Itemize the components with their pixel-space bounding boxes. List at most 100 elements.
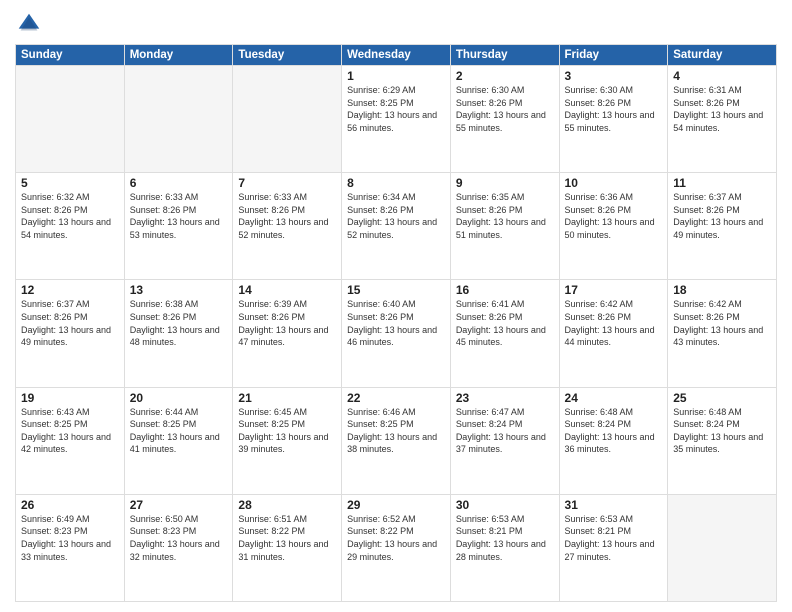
day-info-25: Sunrise: 6:48 AM Sunset: 8:24 PM Dayligh… — [673, 406, 771, 456]
day-number-4: 4 — [673, 69, 771, 83]
day-number-8: 8 — [347, 176, 445, 190]
header — [15, 10, 777, 38]
day-info-30: Sunrise: 6:53 AM Sunset: 8:21 PM Dayligh… — [456, 513, 554, 563]
week-row-0: 1Sunrise: 6:29 AM Sunset: 8:25 PM Daylig… — [16, 66, 777, 173]
day-info-24: Sunrise: 6:48 AM Sunset: 8:24 PM Dayligh… — [565, 406, 663, 456]
day-cell-25: 25Sunrise: 6:48 AM Sunset: 8:24 PM Dayli… — [668, 387, 777, 494]
day-info-5: Sunrise: 6:32 AM Sunset: 8:26 PM Dayligh… — [21, 191, 119, 241]
day-info-17: Sunrise: 6:42 AM Sunset: 8:26 PM Dayligh… — [565, 298, 663, 348]
day-cell-1: 1Sunrise: 6:29 AM Sunset: 8:25 PM Daylig… — [342, 66, 451, 173]
day-number-31: 31 — [565, 498, 663, 512]
day-number-2: 2 — [456, 69, 554, 83]
day-cell-21: 21Sunrise: 6:45 AM Sunset: 8:25 PM Dayli… — [233, 387, 342, 494]
day-info-8: Sunrise: 6:34 AM Sunset: 8:26 PM Dayligh… — [347, 191, 445, 241]
day-cell-15: 15Sunrise: 6:40 AM Sunset: 8:26 PM Dayli… — [342, 280, 451, 387]
day-number-23: 23 — [456, 391, 554, 405]
day-info-4: Sunrise: 6:31 AM Sunset: 8:26 PM Dayligh… — [673, 84, 771, 134]
day-cell-16: 16Sunrise: 6:41 AM Sunset: 8:26 PM Dayli… — [450, 280, 559, 387]
week-row-3: 19Sunrise: 6:43 AM Sunset: 8:25 PM Dayli… — [16, 387, 777, 494]
day-number-6: 6 — [130, 176, 228, 190]
day-cell-5: 5Sunrise: 6:32 AM Sunset: 8:26 PM Daylig… — [16, 173, 125, 280]
day-header-thursday: Thursday — [450, 45, 559, 66]
day-number-10: 10 — [565, 176, 663, 190]
day-cell-10: 10Sunrise: 6:36 AM Sunset: 8:26 PM Dayli… — [559, 173, 668, 280]
day-header-friday: Friday — [559, 45, 668, 66]
day-cell-12: 12Sunrise: 6:37 AM Sunset: 8:26 PM Dayli… — [16, 280, 125, 387]
day-cell-29: 29Sunrise: 6:52 AM Sunset: 8:22 PM Dayli… — [342, 494, 451, 601]
day-cell-22: 22Sunrise: 6:46 AM Sunset: 8:25 PM Dayli… — [342, 387, 451, 494]
day-info-20: Sunrise: 6:44 AM Sunset: 8:25 PM Dayligh… — [130, 406, 228, 456]
day-info-1: Sunrise: 6:29 AM Sunset: 8:25 PM Dayligh… — [347, 84, 445, 134]
week-row-4: 26Sunrise: 6:49 AM Sunset: 8:23 PM Dayli… — [16, 494, 777, 601]
day-info-18: Sunrise: 6:42 AM Sunset: 8:26 PM Dayligh… — [673, 298, 771, 348]
day-cell-31: 31Sunrise: 6:53 AM Sunset: 8:21 PM Dayli… — [559, 494, 668, 601]
day-cell-19: 19Sunrise: 6:43 AM Sunset: 8:25 PM Dayli… — [16, 387, 125, 494]
day-cell-26: 26Sunrise: 6:49 AM Sunset: 8:23 PM Dayli… — [16, 494, 125, 601]
day-cell-3: 3Sunrise: 6:30 AM Sunset: 8:26 PM Daylig… — [559, 66, 668, 173]
day-number-28: 28 — [238, 498, 336, 512]
day-cell-2: 2Sunrise: 6:30 AM Sunset: 8:26 PM Daylig… — [450, 66, 559, 173]
day-number-19: 19 — [21, 391, 119, 405]
day-cell-14: 14Sunrise: 6:39 AM Sunset: 8:26 PM Dayli… — [233, 280, 342, 387]
day-cell-11: 11Sunrise: 6:37 AM Sunset: 8:26 PM Dayli… — [668, 173, 777, 280]
day-cell-8: 8Sunrise: 6:34 AM Sunset: 8:26 PM Daylig… — [342, 173, 451, 280]
day-number-17: 17 — [565, 283, 663, 297]
day-number-18: 18 — [673, 283, 771, 297]
day-info-26: Sunrise: 6:49 AM Sunset: 8:23 PM Dayligh… — [21, 513, 119, 563]
day-number-1: 1 — [347, 69, 445, 83]
empty-cell — [16, 66, 125, 173]
day-number-9: 9 — [456, 176, 554, 190]
empty-cell — [124, 66, 233, 173]
empty-cell — [233, 66, 342, 173]
day-info-29: Sunrise: 6:52 AM Sunset: 8:22 PM Dayligh… — [347, 513, 445, 563]
day-info-10: Sunrise: 6:36 AM Sunset: 8:26 PM Dayligh… — [565, 191, 663, 241]
day-number-30: 30 — [456, 498, 554, 512]
day-cell-24: 24Sunrise: 6:48 AM Sunset: 8:24 PM Dayli… — [559, 387, 668, 494]
day-number-24: 24 — [565, 391, 663, 405]
day-header-wednesday: Wednesday — [342, 45, 451, 66]
day-header-monday: Monday — [124, 45, 233, 66]
day-info-31: Sunrise: 6:53 AM Sunset: 8:21 PM Dayligh… — [565, 513, 663, 563]
day-info-11: Sunrise: 6:37 AM Sunset: 8:26 PM Dayligh… — [673, 191, 771, 241]
day-cell-17: 17Sunrise: 6:42 AM Sunset: 8:26 PM Dayli… — [559, 280, 668, 387]
day-number-3: 3 — [565, 69, 663, 83]
day-cell-20: 20Sunrise: 6:44 AM Sunset: 8:25 PM Dayli… — [124, 387, 233, 494]
day-cell-7: 7Sunrise: 6:33 AM Sunset: 8:26 PM Daylig… — [233, 173, 342, 280]
day-info-16: Sunrise: 6:41 AM Sunset: 8:26 PM Dayligh… — [456, 298, 554, 348]
day-info-12: Sunrise: 6:37 AM Sunset: 8:26 PM Dayligh… — [21, 298, 119, 348]
day-info-23: Sunrise: 6:47 AM Sunset: 8:24 PM Dayligh… — [456, 406, 554, 456]
day-info-2: Sunrise: 6:30 AM Sunset: 8:26 PM Dayligh… — [456, 84, 554, 134]
day-cell-6: 6Sunrise: 6:33 AM Sunset: 8:26 PM Daylig… — [124, 173, 233, 280]
logo — [15, 10, 47, 38]
day-number-15: 15 — [347, 283, 445, 297]
calendar-header-row: SundayMondayTuesdayWednesdayThursdayFrid… — [16, 45, 777, 66]
day-cell-28: 28Sunrise: 6:51 AM Sunset: 8:22 PM Dayli… — [233, 494, 342, 601]
day-info-19: Sunrise: 6:43 AM Sunset: 8:25 PM Dayligh… — [21, 406, 119, 456]
day-header-tuesday: Tuesday — [233, 45, 342, 66]
day-info-22: Sunrise: 6:46 AM Sunset: 8:25 PM Dayligh… — [347, 406, 445, 456]
day-info-21: Sunrise: 6:45 AM Sunset: 8:25 PM Dayligh… — [238, 406, 336, 456]
day-number-16: 16 — [456, 283, 554, 297]
day-number-20: 20 — [130, 391, 228, 405]
day-info-7: Sunrise: 6:33 AM Sunset: 8:26 PM Dayligh… — [238, 191, 336, 241]
day-number-27: 27 — [130, 498, 228, 512]
week-row-2: 12Sunrise: 6:37 AM Sunset: 8:26 PM Dayli… — [16, 280, 777, 387]
day-info-3: Sunrise: 6:30 AM Sunset: 8:26 PM Dayligh… — [565, 84, 663, 134]
day-cell-30: 30Sunrise: 6:53 AM Sunset: 8:21 PM Dayli… — [450, 494, 559, 601]
day-info-15: Sunrise: 6:40 AM Sunset: 8:26 PM Dayligh… — [347, 298, 445, 348]
day-header-sunday: Sunday — [16, 45, 125, 66]
day-cell-18: 18Sunrise: 6:42 AM Sunset: 8:26 PM Dayli… — [668, 280, 777, 387]
day-header-saturday: Saturday — [668, 45, 777, 66]
day-cell-9: 9Sunrise: 6:35 AM Sunset: 8:26 PM Daylig… — [450, 173, 559, 280]
day-number-7: 7 — [238, 176, 336, 190]
day-cell-23: 23Sunrise: 6:47 AM Sunset: 8:24 PM Dayli… — [450, 387, 559, 494]
day-number-12: 12 — [21, 283, 119, 297]
day-number-5: 5 — [21, 176, 119, 190]
day-info-14: Sunrise: 6:39 AM Sunset: 8:26 PM Dayligh… — [238, 298, 336, 348]
day-cell-4: 4Sunrise: 6:31 AM Sunset: 8:26 PM Daylig… — [668, 66, 777, 173]
day-info-27: Sunrise: 6:50 AM Sunset: 8:23 PM Dayligh… — [130, 513, 228, 563]
day-number-22: 22 — [347, 391, 445, 405]
calendar-table: SundayMondayTuesdayWednesdayThursdayFrid… — [15, 44, 777, 602]
day-number-14: 14 — [238, 283, 336, 297]
page: SundayMondayTuesdayWednesdayThursdayFrid… — [0, 0, 792, 612]
